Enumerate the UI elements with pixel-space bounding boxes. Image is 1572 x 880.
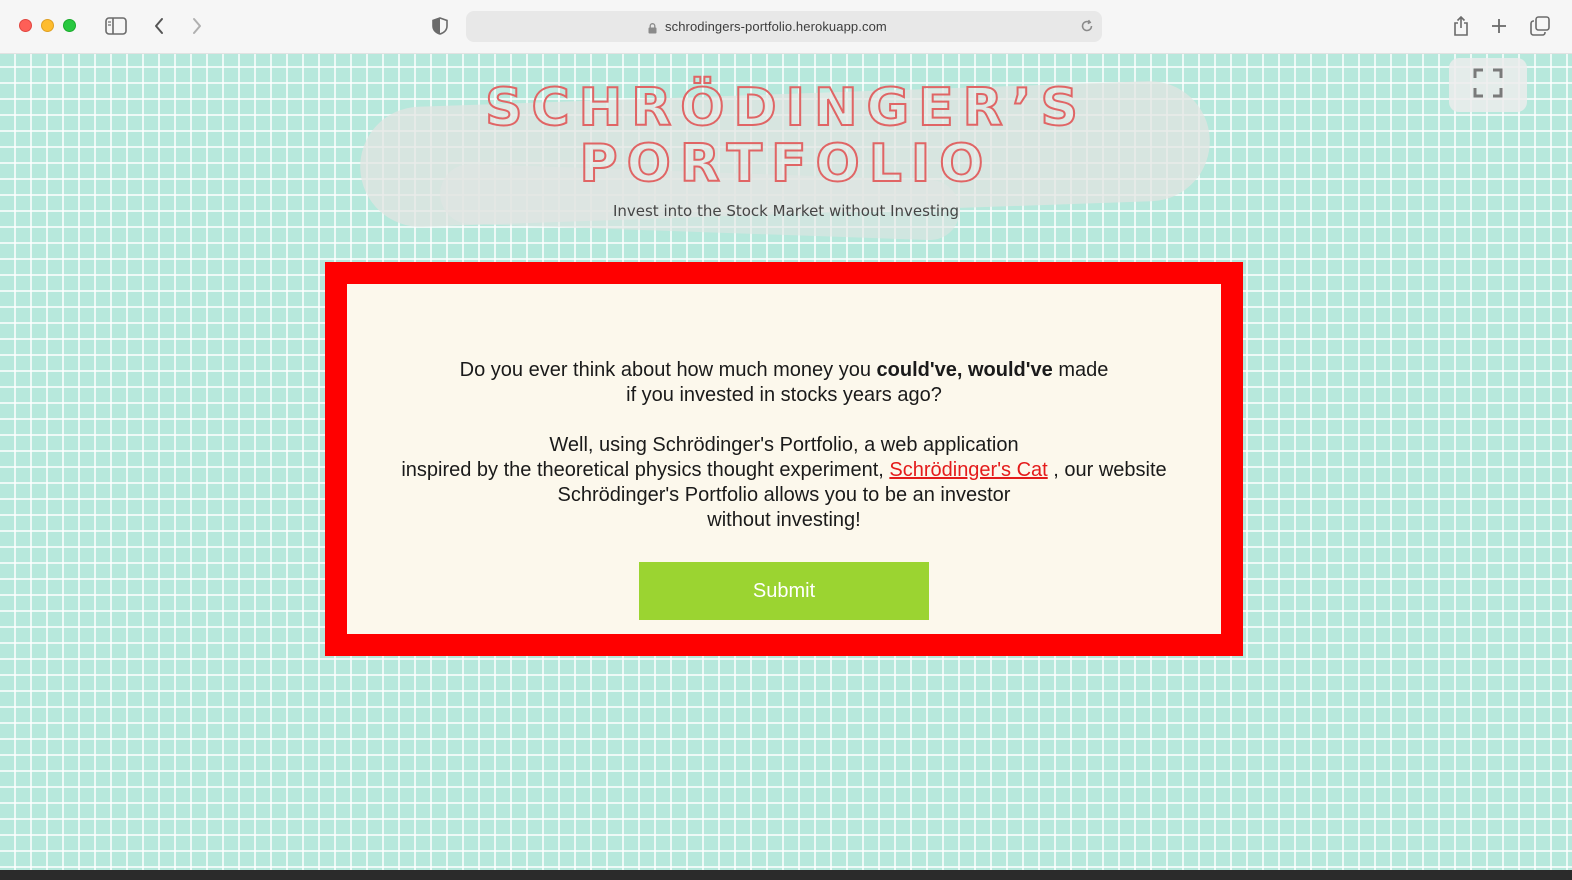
sidebar-icon[interactable] xyxy=(104,15,128,37)
fullscreen-button[interactable] xyxy=(1449,58,1527,112)
browser-toolbar: schrodingers-portfolio.herokuapp.com xyxy=(0,0,1572,54)
tagline: Invest into the Stock Market without Inv… xyxy=(612,202,960,220)
question-text-end: made xyxy=(1052,359,1109,381)
intro-copy: Do you ever think about how much money y… xyxy=(347,358,1221,533)
chevron-left-icon[interactable] xyxy=(150,15,168,37)
url-text: schrodingers-portfolio.herokuapp.com xyxy=(665,19,887,34)
intro-card: Do you ever think about how much money y… xyxy=(347,284,1221,634)
description-text-end: , our website xyxy=(1047,459,1167,481)
reload-icon[interactable] xyxy=(1080,19,1094,38)
window-bottom-edge xyxy=(0,870,1572,880)
question-text: Do you ever think about how much money y… xyxy=(459,359,877,381)
question-line2: if you invested in stocks years ago? xyxy=(626,384,942,406)
description-line3: Schrödinger's Portfolio allows you to be… xyxy=(557,484,1011,506)
minimize-window-button[interactable] xyxy=(41,19,54,32)
zoom-window-button[interactable] xyxy=(63,19,76,32)
chevron-right-icon[interactable] xyxy=(188,15,206,37)
question-emphasis: could've, would've xyxy=(876,359,1053,381)
schrodingers-cat-link[interactable]: Schrödinger's Cat xyxy=(889,459,1047,481)
description-text: inspired by the theoretical physics thou… xyxy=(401,459,890,481)
description-line1: Well, using Schrödinger's Portfolio, a w… xyxy=(549,434,1019,456)
share-icon[interactable] xyxy=(1450,13,1472,39)
logo-title-line2: PORTFOLIO xyxy=(579,134,993,194)
description-line2: inspired by the theoretical physics thou… xyxy=(347,458,1221,483)
page-viewport: SCHRÖDINGER’S PORTFOLIO Invest into the … xyxy=(0,54,1572,870)
submit-button[interactable]: Submit xyxy=(639,562,929,620)
plus-icon[interactable] xyxy=(1488,14,1510,38)
close-window-button[interactable] xyxy=(19,19,32,32)
question-line1: Do you ever think about how much money y… xyxy=(347,358,1221,383)
lock-icon xyxy=(648,21,657,39)
tabs-overview-icon[interactable] xyxy=(1528,14,1552,38)
address-bar[interactable]: schrodingers-portfolio.herokuapp.com xyxy=(466,11,1102,42)
shield-icon[interactable] xyxy=(430,15,450,37)
intro-card-frame: Do you ever think about how much money y… xyxy=(325,262,1243,656)
description-line4: without investing! xyxy=(707,509,861,531)
fullscreen-icon xyxy=(1473,68,1503,103)
logo-title-line1: SCHRÖDINGER’S xyxy=(484,78,1087,138)
